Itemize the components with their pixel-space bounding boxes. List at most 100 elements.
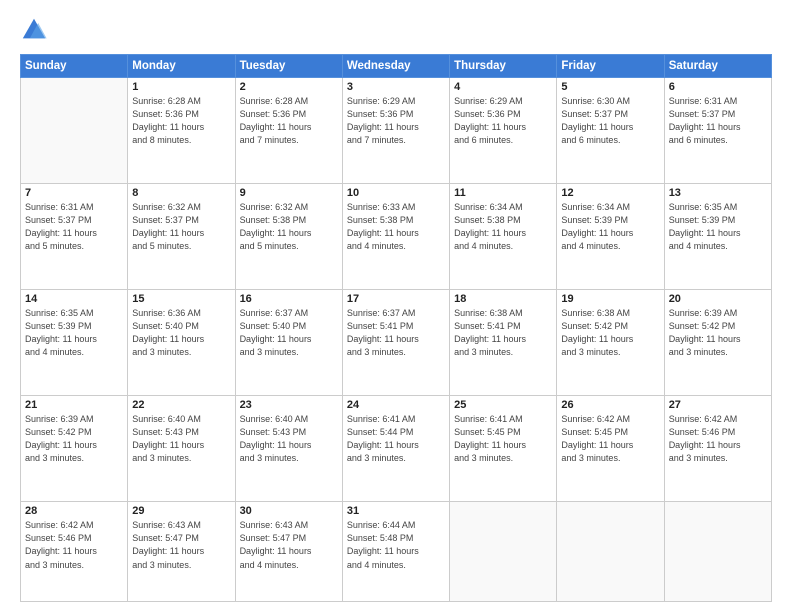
calendar-cell [21,78,128,184]
day-number: 18 [454,293,552,305]
calendar-cell: 1 Sunrise: 6:28 AMSunset: 5:36 PMDaylight… [128,78,235,184]
day-number: 22 [132,399,230,411]
calendar-cell: 29 Sunrise: 6:43 AMSunset: 5:47 PMDayligh… [128,502,235,602]
day-number: 16 [240,293,338,305]
day-number: 9 [240,187,338,199]
day-number: 15 [132,293,230,305]
calendar-cell: 25 Sunrise: 6:41 AMSunset: 5:45 PMDayligh… [450,396,557,502]
day-info: Sunrise: 6:33 AMSunset: 5:38 PMDaylight:… [347,201,445,253]
weekday-header-thursday: Thursday [450,55,557,78]
page: SundayMondayTuesdayWednesdayThursdayFrid… [0,0,792,612]
day-number: 24 [347,399,445,411]
day-number: 8 [132,187,230,199]
day-info: Sunrise: 6:34 AMSunset: 5:38 PMDaylight:… [454,201,552,253]
calendar-cell: 2Sunrise: 6:28 AMSunset: 5:36 PMDaylight… [235,78,342,184]
day-info: Sunrise: 6:41 AMSunset: 5:45 PMDaylight:… [454,413,552,465]
day-number: 1 [132,81,230,93]
day-number: 17 [347,293,445,305]
calendar-cell: 3Sunrise: 6:29 AMSunset: 5:36 PMDaylight… [342,78,449,184]
day-number: 25 [454,399,552,411]
day-info: Sunrise: 6:37 AMSunset: 5:41 PMDaylight:… [347,307,445,359]
logo-icon [20,16,48,44]
calendar-cell: 4 Sunrise: 6:29 AMSunset: 5:36 PMDaylight… [450,78,557,184]
weekday-header-saturday: Saturday [664,55,771,78]
calendar-cell: 22 Sunrise: 6:40 AMSunset: 5:43 PMDayligh… [128,396,235,502]
day-number: 29 [132,505,230,517]
weekday-header-friday: Friday [557,55,664,78]
week-row-1: 7 Sunrise: 6:31 AMSunset: 5:37 PMDaylight… [21,184,772,290]
week-row-0: 1 Sunrise: 6:28 AMSunset: 5:36 PMDaylight… [21,78,772,184]
day-info: Sunrise: 6:35 AMSunset: 5:39 PMDaylight:… [669,201,767,253]
calendar-cell: 17 Sunrise: 6:37 AMSunset: 5:41 PMDayligh… [342,290,449,396]
calendar-cell [450,502,557,602]
calendar-cell: 8 Sunrise: 6:32 AMSunset: 5:37 PMDaylight… [128,184,235,290]
calendar-cell: 21 Sunrise: 6:39 AMSunset: 5:42 PMDayligh… [21,396,128,502]
week-row-2: 14 Sunrise: 6:35 AMSunset: 5:39 PMDayligh… [21,290,772,396]
day-info: Sunrise: 6:42 AMSunset: 5:45 PMDaylight:… [561,413,659,465]
day-info: Sunrise: 6:29 AMSunset: 5:36 PMDaylight:… [454,95,552,147]
day-info: Sunrise: 6:40 AMSunset: 5:43 PMDaylight:… [132,413,230,465]
day-info: Sunrise: 6:36 AMSunset: 5:40 PMDaylight:… [132,307,230,359]
day-number: 14 [25,293,123,305]
day-info: Sunrise: 6:34 AMSunset: 5:39 PMDaylight:… [561,201,659,253]
day-number: 4 [454,81,552,93]
day-info: Sunrise: 6:32 AMSunset: 5:37 PMDaylight:… [132,201,230,253]
day-info: Sunrise: 6:28 AMSunset: 5:36 PMDaylight:… [132,95,230,147]
calendar-cell: 26 Sunrise: 6:42 AMSunset: 5:45 PMDayligh… [557,396,664,502]
calendar-cell: 31Sunrise: 6:44 AMSunset: 5:48 PMDayligh… [342,502,449,602]
day-number: 11 [454,187,552,199]
day-number: 5 [561,81,659,93]
weekday-header-monday: Monday [128,55,235,78]
day-info: Sunrise: 6:41 AMSunset: 5:44 PMDaylight:… [347,413,445,465]
day-number: 30 [240,505,338,517]
day-number: 28 [25,505,123,517]
day-info: Sunrise: 6:39 AMSunset: 5:42 PMDaylight:… [669,307,767,359]
day-info: Sunrise: 6:39 AMSunset: 5:42 PMDaylight:… [25,413,123,465]
day-number: 21 [25,399,123,411]
header [20,16,772,44]
day-number: 2 [240,81,338,93]
calendar-cell: 16Sunrise: 6:37 AMSunset: 5:40 PMDayligh… [235,290,342,396]
day-number: 26 [561,399,659,411]
weekday-header-row: SundayMondayTuesdayWednesdayThursdayFrid… [21,55,772,78]
calendar-cell: 10Sunrise: 6:33 AMSunset: 5:38 PMDayligh… [342,184,449,290]
day-number: 6 [669,81,767,93]
day-info: Sunrise: 6:31 AMSunset: 5:37 PMDaylight:… [25,201,123,253]
weekday-header-sunday: Sunday [21,55,128,78]
calendar-cell: 19 Sunrise: 6:38 AMSunset: 5:42 PMDayligh… [557,290,664,396]
calendar-cell: 13 Sunrise: 6:35 AMSunset: 5:39 PMDayligh… [664,184,771,290]
calendar-cell: 30 Sunrise: 6:43 AMSunset: 5:47 PMDayligh… [235,502,342,602]
day-number: 13 [669,187,767,199]
day-info: Sunrise: 6:38 AMSunset: 5:42 PMDaylight:… [561,307,659,359]
calendar-cell: 24 Sunrise: 6:41 AMSunset: 5:44 PMDayligh… [342,396,449,502]
day-number: 27 [669,399,767,411]
day-info: Sunrise: 6:42 AMSunset: 5:46 PMDaylight:… [669,413,767,465]
day-number: 20 [669,293,767,305]
calendar-table: SundayMondayTuesdayWednesdayThursdayFrid… [20,54,772,602]
day-number: 19 [561,293,659,305]
day-number: 7 [25,187,123,199]
day-info: Sunrise: 6:43 AMSunset: 5:47 PMDaylight:… [240,519,338,571]
day-info: Sunrise: 6:31 AMSunset: 5:37 PMDaylight:… [669,95,767,147]
calendar-cell: 5 Sunrise: 6:30 AMSunset: 5:37 PMDaylight… [557,78,664,184]
day-info: Sunrise: 6:29 AMSunset: 5:36 PMDaylight:… [347,95,445,147]
calendar-cell [664,502,771,602]
calendar-cell: 14 Sunrise: 6:35 AMSunset: 5:39 PMDayligh… [21,290,128,396]
day-info: Sunrise: 6:40 AMSunset: 5:43 PMDaylight:… [240,413,338,465]
day-info: Sunrise: 6:35 AMSunset: 5:39 PMDaylight:… [25,307,123,359]
day-info: Sunrise: 6:38 AMSunset: 5:41 PMDaylight:… [454,307,552,359]
calendar-cell: 11 Sunrise: 6:34 AMSunset: 5:38 PMDayligh… [450,184,557,290]
calendar-cell: 7 Sunrise: 6:31 AMSunset: 5:37 PMDaylight… [21,184,128,290]
day-info: Sunrise: 6:42 AMSunset: 5:46 PMDaylight:… [25,519,123,571]
day-number: 23 [240,399,338,411]
day-info: Sunrise: 6:30 AMSunset: 5:37 PMDaylight:… [561,95,659,147]
day-info: Sunrise: 6:43 AMSunset: 5:47 PMDaylight:… [132,519,230,571]
weekday-header-wednesday: Wednesday [342,55,449,78]
calendar-cell: 18 Sunrise: 6:38 AMSunset: 5:41 PMDayligh… [450,290,557,396]
calendar-cell: 27 Sunrise: 6:42 AMSunset: 5:46 PMDayligh… [664,396,771,502]
calendar-cell: 15 Sunrise: 6:36 AMSunset: 5:40 PMDayligh… [128,290,235,396]
calendar-cell: 20 Sunrise: 6:39 AMSunset: 5:42 PMDayligh… [664,290,771,396]
calendar-cell: 23 Sunrise: 6:40 AMSunset: 5:43 PMDayligh… [235,396,342,502]
weekday-header-tuesday: Tuesday [235,55,342,78]
calendar-cell: 6 Sunrise: 6:31 AMSunset: 5:37 PMDaylight… [664,78,771,184]
